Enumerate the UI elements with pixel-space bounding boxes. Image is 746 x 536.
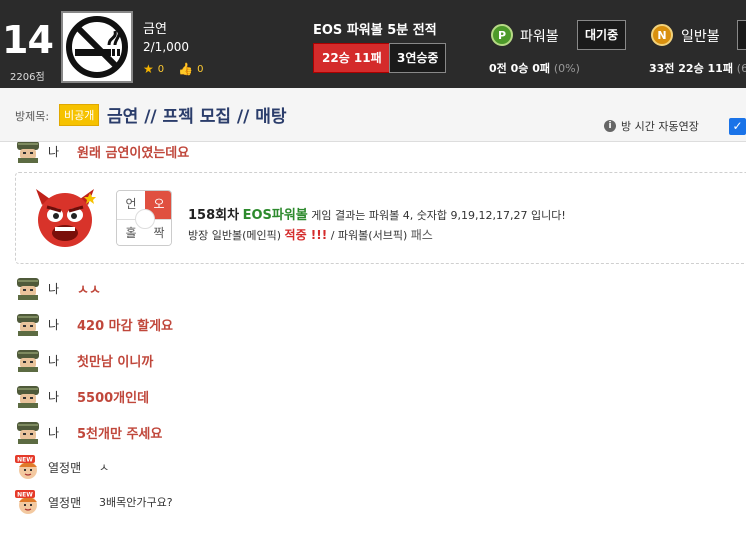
result-line: 158회차 EOS파워볼 게임 결과는 파워볼 4, 숫자합 9,19,12,1… bbox=[188, 204, 566, 223]
chat-message: 나 5천개만 주세요 bbox=[15, 420, 162, 444]
svg-text:NEW: NEW bbox=[17, 492, 33, 499]
result-text: 게임 결과는 파워볼 4, 숫자합 9,19,12,17,27 입니다! bbox=[311, 209, 566, 222]
soldier-avatar-icon bbox=[15, 348, 41, 372]
soldier-avatar-icon bbox=[15, 384, 41, 408]
chat-text: 3배목안가구요? bbox=[99, 496, 173, 509]
powerball-icon: P bbox=[491, 24, 513, 46]
chat-username: 나 bbox=[48, 425, 60, 440]
chat-username: 열정맨 bbox=[48, 495, 82, 510]
private-badge: 비공개 bbox=[59, 104, 100, 126]
hit-label: 적중 !!! bbox=[284, 228, 328, 242]
tile-center-dot bbox=[135, 209, 155, 229]
user-level: 14 bbox=[2, 18, 54, 62]
normalball-icon: N bbox=[651, 24, 673, 46]
user-points: 2206점 bbox=[10, 72, 45, 83]
chat-text: ㅅㅅ bbox=[77, 282, 101, 298]
streak-badge: 3연승중 bbox=[389, 43, 447, 73]
chat-message: NEW 열정맨 ㅅ bbox=[15, 455, 109, 479]
chat-message: 나 원래 금연이였는데요 bbox=[15, 142, 189, 163]
chat-message: 나 첫만남 이니까 bbox=[15, 348, 153, 372]
main-pick: 방장 일반볼(메인픽) bbox=[188, 229, 282, 242]
powerball-record: 0전 0승 0패 (0%) bbox=[489, 62, 580, 75]
chat-text: ㅅ bbox=[99, 461, 110, 474]
powerball-status-button[interactable]: 대기중 bbox=[577, 20, 627, 50]
room-member-count: 2/1,000 bbox=[143, 40, 190, 54]
chat-username: 나 bbox=[48, 144, 60, 159]
chat-text: 5500개인데 bbox=[77, 390, 150, 406]
info-icon: i bbox=[604, 120, 616, 132]
chat-message: 나 420 마감 할게요 bbox=[15, 312, 173, 336]
devil-avatar-icon bbox=[30, 183, 100, 257]
star-icon: ★ bbox=[143, 62, 154, 76]
room-title-bar: 방제목: 비공개 금연 // 프젝 모집 // 매탕 i 방 시간 자동연장 ✓ bbox=[0, 88, 746, 142]
auto-extend-checkbox[interactable]: ✓ bbox=[729, 118, 746, 135]
top-status-bar: 14 2206점 금연 2/1,000 ★ 0 👍 0 EOS 파워볼 5분 전적 … bbox=[0, 0, 746, 88]
chat-message: 나 5500개인데 bbox=[15, 384, 149, 408]
room-stats: ★ 0 👍 0 bbox=[143, 62, 203, 76]
chat-text: 420 마감 할게요 bbox=[77, 318, 173, 334]
soldier-avatar-icon bbox=[15, 142, 41, 163]
chat-username: 나 bbox=[48, 281, 60, 296]
game-name: EOS파워볼 bbox=[242, 208, 308, 223]
room-title-label: 방제목: bbox=[15, 110, 50, 123]
win-loss-badge: 22승 11패 bbox=[313, 43, 391, 73]
pass-label: 패스 bbox=[410, 228, 433, 242]
chat-username: 나 bbox=[48, 389, 60, 404]
chat-text: 원래 금연이였는데요 bbox=[77, 145, 190, 161]
chat-username: 열정맨 bbox=[48, 460, 82, 475]
room-title: 금연 // 프젝 모집 // 매탕 bbox=[107, 107, 287, 127]
chat-message: 나 ㅅㅅ bbox=[15, 276, 101, 300]
chat-text: 첫만남 이니까 bbox=[77, 354, 154, 370]
soldier-avatar-icon bbox=[15, 276, 41, 300]
chat-area: 나 원래 금연이였는데요 언 오 홀 짝 158회차 EOS파워볼 게임 결과는… bbox=[0, 142, 746, 536]
like-count: 0 bbox=[197, 63, 204, 75]
game-record-title: EOS 파워볼 5분 전적 bbox=[313, 23, 437, 38]
sub-pick: / 파워볼(서브픽) bbox=[330, 229, 408, 242]
thumbs-up-icon: 👍 bbox=[178, 62, 194, 76]
chat-username: 나 bbox=[48, 353, 60, 368]
room-avatar bbox=[61, 11, 133, 83]
normalball-status-button[interactable] bbox=[737, 20, 746, 50]
svg-text:NEW: NEW bbox=[17, 457, 33, 464]
new-user-avatar-icon: NEW bbox=[15, 490, 41, 514]
round-number: 158회차 bbox=[188, 208, 240, 223]
powerball-label: 파워볼 bbox=[520, 29, 559, 45]
auto-extend-option: i 방 시간 자동연장 bbox=[604, 118, 699, 134]
new-user-avatar-icon: NEW bbox=[15, 455, 41, 479]
chat-username: 나 bbox=[48, 317, 60, 332]
normalball-label: 일반볼 bbox=[681, 29, 720, 45]
soldier-avatar-icon bbox=[15, 420, 41, 444]
chat-text: 5천개만 주세요 bbox=[77, 426, 163, 442]
soldier-avatar-icon bbox=[15, 312, 41, 336]
normalball-record: 33전 22승 11패 (67 bbox=[649, 62, 746, 75]
no-smoking-icon bbox=[66, 16, 128, 78]
star-count: 0 bbox=[157, 63, 165, 75]
auto-extend-label: 방 시간 자동연장 bbox=[621, 120, 699, 133]
result-tile: 언 오 홀 짝 bbox=[116, 190, 172, 246]
game-result-card: 언 오 홀 짝 158회차 EOS파워볼 게임 결과는 파워볼 4, 숫자합 9… bbox=[15, 172, 746, 264]
chat-message: NEW 열정맨 3배목안가구요? bbox=[15, 490, 173, 514]
pick-line: 방장 일반볼(메인픽) 적중 !!! / 파워볼(서브픽) 패스 bbox=[188, 226, 433, 243]
room-name: 금연 bbox=[143, 22, 167, 37]
